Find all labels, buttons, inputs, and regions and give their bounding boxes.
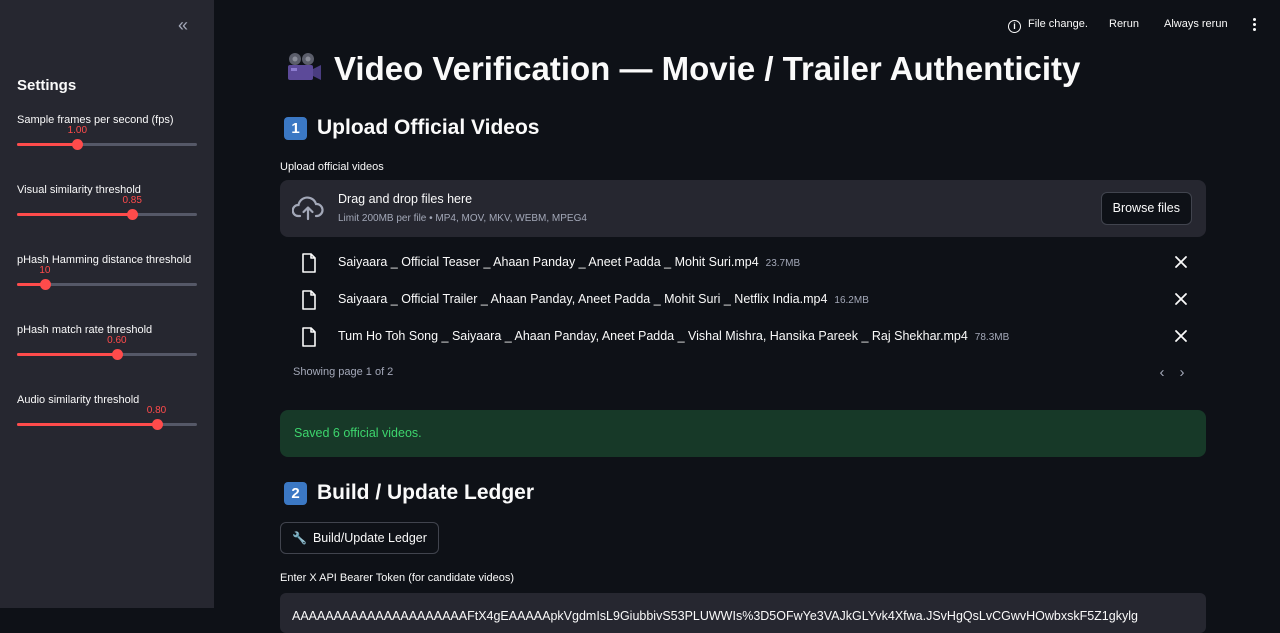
file-icon <box>302 253 316 273</box>
file-name-text: Saiyaara _ Official Teaser _ Ahaan Panda… <box>338 255 759 269</box>
file-name: Saiyaara _ Official Trailer _ Ahaan Pand… <box>338 292 869 306</box>
slider-track[interactable] <box>17 353 197 356</box>
remove-file-icon[interactable] <box>1172 327 1190 345</box>
file-icon <box>302 327 316 347</box>
page-title: Video Verification — Movie / Trailer Aut… <box>286 50 1080 88</box>
page-title-text: Video Verification — Movie / Trailer Aut… <box>334 50 1081 87</box>
slider-track[interactable] <box>17 143 197 146</box>
keycap-two-icon: 2 <box>284 482 307 505</box>
slider-thumb[interactable] <box>39 279 51 290</box>
slider-thumb[interactable] <box>72 139 84 150</box>
file-name-text: Saiyaara _ Official Trailer _ Ahaan Pand… <box>338 292 828 306</box>
main-menu-icon[interactable] <box>1248 16 1260 34</box>
dropzone-limits: Limit 200MB per file • MP4, MOV, MKV, WE… <box>338 213 587 224</box>
collapse-sidebar-icon[interactable]: « <box>172 14 194 36</box>
phash-match-rate-slider[interactable]: pHash match rate threshold 0.60 <box>17 324 197 374</box>
always-rerun-button[interactable]: Always rerun <box>1164 18 1228 30</box>
success-alert: Saved 6 official videos. <box>280 410 1206 457</box>
uploaded-file-row: Saiyaara _ Official Trailer _ Ahaan Pand… <box>280 288 1206 314</box>
file-size: 16.2MB <box>834 295 869 306</box>
slider-thumb[interactable] <box>127 209 139 220</box>
slider-value: 0.80 <box>146 405 167 416</box>
remove-file-icon[interactable] <box>1172 290 1190 308</box>
bearer-token-input[interactable] <box>280 593 1206 633</box>
section-upload-title: Upload Official Videos <box>317 116 540 139</box>
slider-label: Sample frames per second (fps) <box>17 114 174 126</box>
build-ledger-label: Build/Update Ledger <box>312 531 427 545</box>
file-size: 23.7MB <box>765 258 801 269</box>
file-name-text: Tum Ho Toh Song _ Saiyaara _ Ahaan Panda… <box>338 329 968 343</box>
slider-thumb[interactable] <box>151 419 163 430</box>
keycap-one-icon: 1 <box>284 117 307 140</box>
upload-label: Upload official videos <box>280 161 384 173</box>
slider-label: pHash match rate threshold <box>17 324 153 336</box>
chevron-right-icon[interactable]: › <box>1175 365 1189 381</box>
dropzone-instructions: Drag and drop files here <box>338 192 473 206</box>
remove-file-icon[interactable] <box>1172 253 1190 271</box>
file-size: 78.3MB <box>974 332 1010 343</box>
uploaded-file-row: Saiyaara _ Official Teaser _ Ahaan Panda… <box>280 251 1206 277</box>
slider-thumb[interactable] <box>111 349 123 360</box>
cloud-upload-icon <box>292 196 324 221</box>
slider-label: Audio similarity threshold <box>17 394 140 406</box>
browse-files-button[interactable]: Browse files <box>1100 192 1192 225</box>
section-upload-heading: 1 Upload Official Videos <box>284 116 540 140</box>
file-name: Tum Ho Toh Song _ Saiyaara _ Ahaan Panda… <box>338 329 1009 343</box>
file-change-status: i File change. <box>1008 18 1088 33</box>
token-label: Enter X API Bearer Token (for candidate … <box>280 572 514 584</box>
file-dropzone[interactable]: Drag and drop files here Limit 200MB per… <box>280 180 1206 237</box>
section-ledger-title: Build / Update Ledger <box>317 481 535 504</box>
phash-hamming-slider[interactable]: pHash Hamming distance threshold 10 <box>17 254 197 304</box>
top-toolbar: i File change. Rerun Always rerun <box>980 0 1280 50</box>
wrench-icon: 🔧 <box>292 531 307 545</box>
rerun-button[interactable]: Rerun <box>1109 18 1139 30</box>
file-icon <box>302 290 316 310</box>
success-message: Saved 6 official videos. <box>294 426 422 440</box>
file-change-text: File change. <box>1028 18 1088 30</box>
audio-similarity-slider[interactable]: Audio similarity threshold 0.80 <box>17 394 197 444</box>
chevron-left-icon[interactable]: ‹ <box>1155 365 1169 381</box>
slider-value: 1.00 <box>67 125 88 136</box>
slider-track[interactable] <box>17 213 197 216</box>
sidebar-title: Settings <box>17 77 77 94</box>
section-ledger-heading: 2 Build / Update Ledger <box>284 481 534 505</box>
build-ledger-button[interactable]: 🔧 Build/Update Ledger <box>280 522 439 554</box>
slider-value: 0.85 <box>122 195 142 206</box>
info-icon: i <box>1008 20 1021 33</box>
visual-similarity-slider[interactable]: Visual similarity threshold 0.85 <box>17 184 197 234</box>
fps-slider[interactable]: Sample frames per second (fps) 1.00 <box>17 114 197 164</box>
file-name: Saiyaara _ Official Teaser _ Ahaan Panda… <box>338 255 800 269</box>
pagination-status: Showing page 1 of 2 <box>293 366 394 378</box>
uploaded-file-row: Tum Ho Toh Song _ Saiyaara _ Ahaan Panda… <box>280 325 1206 351</box>
sidebar: « Settings Sample frames per second (fps… <box>0 0 214 608</box>
slider-value: 0.60 <box>107 335 127 346</box>
slider-track[interactable] <box>17 423 197 426</box>
movie-camera-icon <box>288 53 321 80</box>
slider-value: 10 <box>39 265 51 276</box>
